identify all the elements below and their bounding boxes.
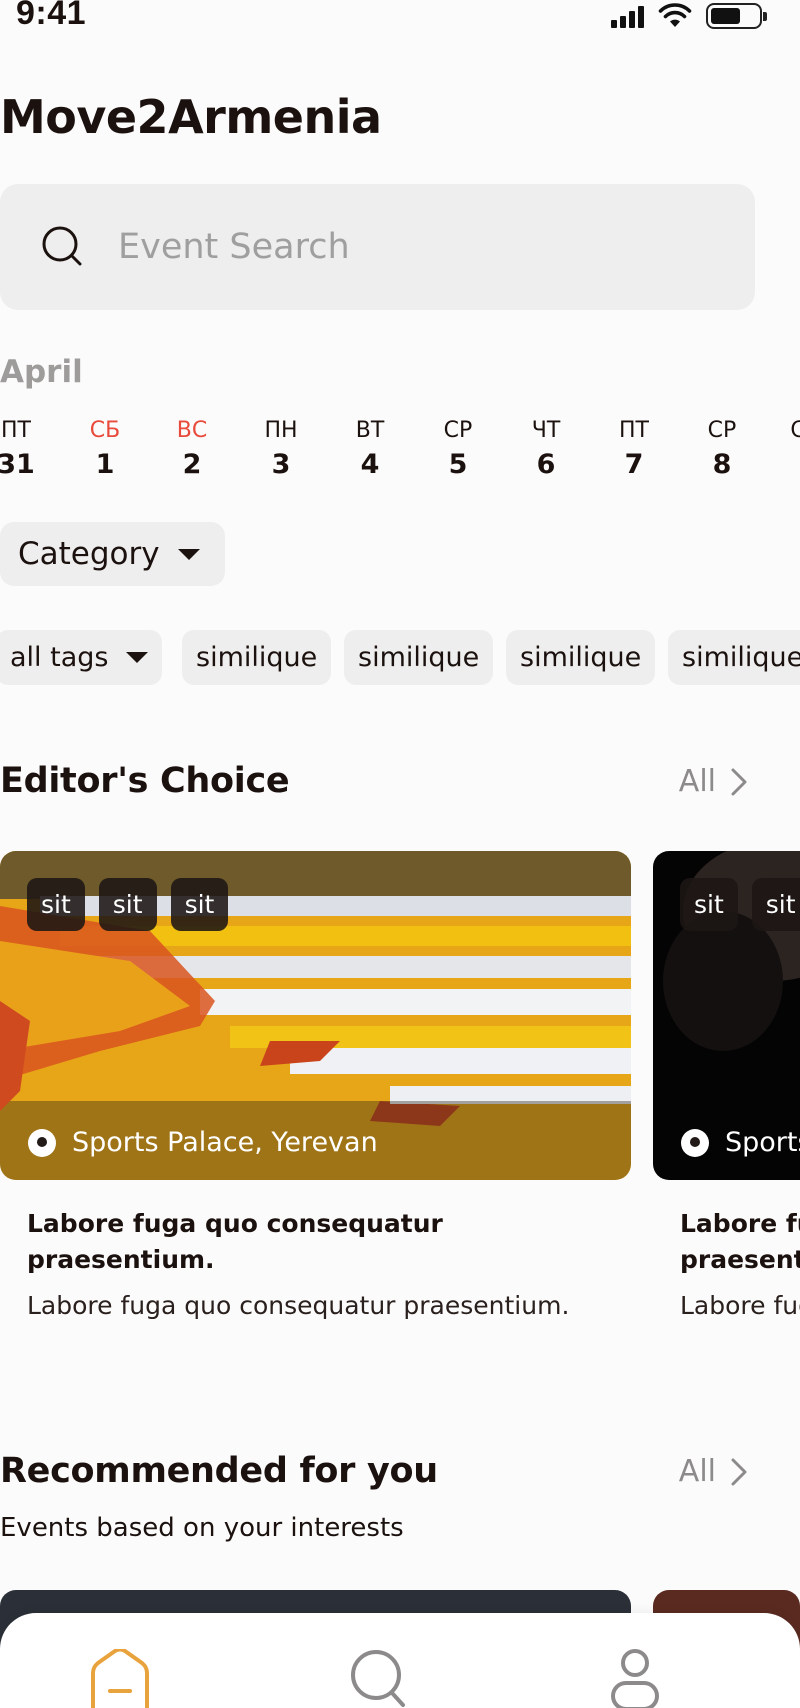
tag-chip[interactable]: similique [344, 630, 494, 685]
app-title: Move2Armenia [0, 90, 382, 144]
day-number: 2 [182, 449, 202, 480]
event-card[interactable]: sit sit Sports Palace, Yerevan Labore fu… [653, 851, 800, 1326]
badge-group: sit sit sit [27, 878, 229, 931]
all-link-label: All [678, 1454, 716, 1489]
day-of-week: СР [707, 418, 737, 443]
date-item-partial[interactable]: С [768, 416, 800, 446]
nav-search[interactable] [343, 1649, 413, 1708]
nav-home[interactable] [85, 1649, 155, 1708]
tag-badge: sit [680, 878, 738, 931]
location-pin-icon [28, 1128, 56, 1157]
event-card[interactable]: sit sit sit Sports Palace, Yerevan Labor… [0, 851, 631, 1326]
date-item[interactable]: ПН 3 [251, 416, 311, 484]
tag-chip[interactable]: similique [506, 630, 656, 685]
event-title: Labore fuga quo consequatur praesentium. [680, 1209, 800, 1274]
wifi-icon [658, 3, 692, 27]
date-item[interactable]: ВС 2 [162, 416, 222, 484]
date-item[interactable]: СБ 1 [75, 416, 135, 484]
location-pin-icon [681, 1128, 709, 1157]
day-number: 8 [712, 449, 732, 480]
event-description: Labore fuga quo consequatur praesentium. [27, 1291, 570, 1320]
month-label: April [0, 354, 83, 390]
tag-badge: sit [27, 878, 85, 931]
all-link-label: All [678, 764, 716, 799]
event-location: Sports Palace, Yerevan [681, 1127, 800, 1158]
status-bar: 9:41 [0, 0, 800, 40]
day-of-week: ПТ [619, 418, 649, 443]
recommended-subtitle: Events based on your interests [0, 1513, 404, 1543]
location-text: Sports Palace, Yerevan [72, 1127, 378, 1158]
badge-group: sit sit [680, 878, 800, 931]
chevron-right-icon [731, 1458, 747, 1485]
chevron-right-icon [731, 768, 747, 795]
date-strip[interactable]: ПТ 31 СБ 1 ВС 2 ПН 3 ВТ 4 СР 5 ЧТ 6 ПТ 7… [0, 416, 800, 486]
date-item[interactable]: СР 5 [428, 416, 488, 484]
day-of-week: ВТ [355, 418, 385, 443]
tag-chip[interactable]: similique [668, 630, 800, 685]
day-number: 3 [271, 449, 291, 480]
recommended-all-link[interactable]: All [679, 1454, 748, 1489]
status-time: 9:41 [16, 0, 87, 32]
event-image: sit sit Sports Palace, Yerevan [653, 851, 800, 1180]
day-number: 5 [448, 449, 468, 480]
tag-badge: sit [170, 878, 229, 931]
profile-icon [611, 1649, 659, 1708]
event-image: sit sit sit Sports Palace, Yerevan [0, 851, 631, 1180]
editors-choice-title: Editor's Choice [0, 761, 290, 801]
category-label: Category [18, 536, 160, 572]
location-text: Sports Palace, Yerevan [725, 1127, 800, 1158]
signal-icon [611, 4, 644, 28]
category-dropdown[interactable]: Category [0, 522, 225, 586]
day-of-week: СР [443, 418, 473, 443]
all-tags-label: all tags [10, 642, 109, 673]
status-icons [611, 0, 767, 32]
caret-down-icon [177, 548, 200, 560]
date-item[interactable]: ПТ 7 [604, 416, 664, 484]
tag-chips: all tags similique similique similique s… [0, 630, 800, 686]
search-icon [351, 1650, 405, 1707]
day-of-week: ЧТ [531, 418, 561, 443]
editors-choice-carousel[interactable]: sit sit sit Sports Palace, Yerevan Labor… [0, 851, 800, 1371]
search-placeholder: Event Search [118, 227, 350, 267]
caret-down-icon [126, 652, 149, 663]
tag-chip[interactable]: similique [182, 630, 332, 685]
date-item[interactable]: СР 8 [692, 416, 752, 484]
day-of-week: ПН [264, 418, 298, 443]
tag-badge: sit [751, 878, 800, 931]
all-tags-dropdown[interactable]: all tags [0, 630, 163, 685]
nav-profile[interactable] [600, 1649, 670, 1708]
recommended-title: Recommended for you [0, 1451, 438, 1491]
search-input[interactable]: Event Search [0, 184, 755, 310]
day-number: 4 [360, 449, 380, 480]
day-of-week: ВС [176, 418, 208, 443]
date-item[interactable]: ПТ 31 [0, 416, 46, 484]
battery-icon [706, 3, 767, 29]
day-number: 31 [0, 449, 35, 480]
home-icon [91, 1649, 149, 1708]
event-description: Labore fuga quo consequatur praesentium. [680, 1291, 800, 1320]
tag-badge: sit [98, 878, 157, 931]
event-location: Sports Palace, Yerevan [28, 1127, 378, 1158]
day-number: 7 [624, 449, 644, 480]
day-of-week: ПТ [1, 418, 31, 443]
day-number: 6 [536, 449, 556, 480]
editors-choice-all-link[interactable]: All [679, 764, 748, 799]
search-icon [42, 226, 82, 266]
date-item[interactable]: ВТ 4 [340, 416, 400, 484]
event-title: Labore fuga quo consequatur praesentium. [27, 1209, 443, 1274]
date-item[interactable]: ЧТ 6 [516, 416, 576, 484]
bottom-nav [0, 1613, 800, 1708]
day-number: 1 [95, 449, 115, 480]
day-of-week: СБ [89, 418, 121, 443]
